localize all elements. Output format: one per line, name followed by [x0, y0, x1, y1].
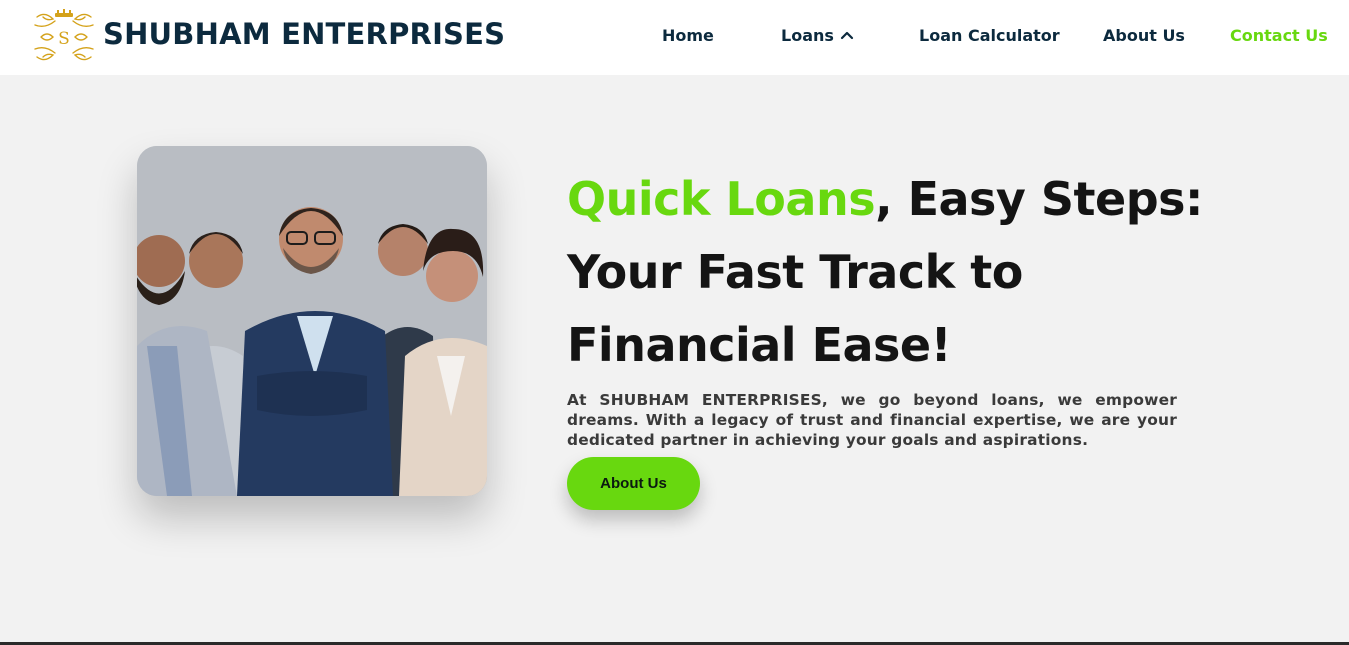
team-photo	[137, 146, 487, 496]
nav-loans-label: Loans	[781, 26, 834, 45]
ornate-s-crest-icon[interactable]: S	[33, 7, 95, 67]
headline-line2: Your Fast Track to	[567, 245, 1023, 299]
headline-line3: Financial Ease!	[567, 318, 952, 372]
nav-loan-calculator[interactable]: Loan Calculator	[919, 26, 1060, 45]
site-header: S SHUBHAM ENTERPRISES Home Loans Loan Ca…	[0, 0, 1349, 75]
nav-loans[interactable]: Loans	[781, 26, 854, 45]
team-photo-illustration	[137, 146, 487, 496]
about-us-button[interactable]: About Us	[567, 457, 700, 510]
nav-contact-us[interactable]: Contact Us	[1230, 26, 1328, 45]
headline-accent: Quick Loans	[567, 172, 876, 226]
hero-headline: Quick Loans, Easy Steps: Your Fast Track…	[567, 163, 1287, 382]
svg-text:S: S	[58, 29, 70, 49]
chevron-up-icon	[840, 31, 854, 40]
brand-name[interactable]: SHUBHAM ENTERPRISES	[103, 17, 505, 51]
hero-description: At SHUBHAM ENTERPRISES, we go beyond loa…	[567, 391, 1177, 449]
nav-home[interactable]: Home	[662, 26, 714, 45]
nav-about-us[interactable]: About Us	[1103, 26, 1185, 45]
headline-line1-rest: , Easy Steps:	[875, 172, 1203, 226]
